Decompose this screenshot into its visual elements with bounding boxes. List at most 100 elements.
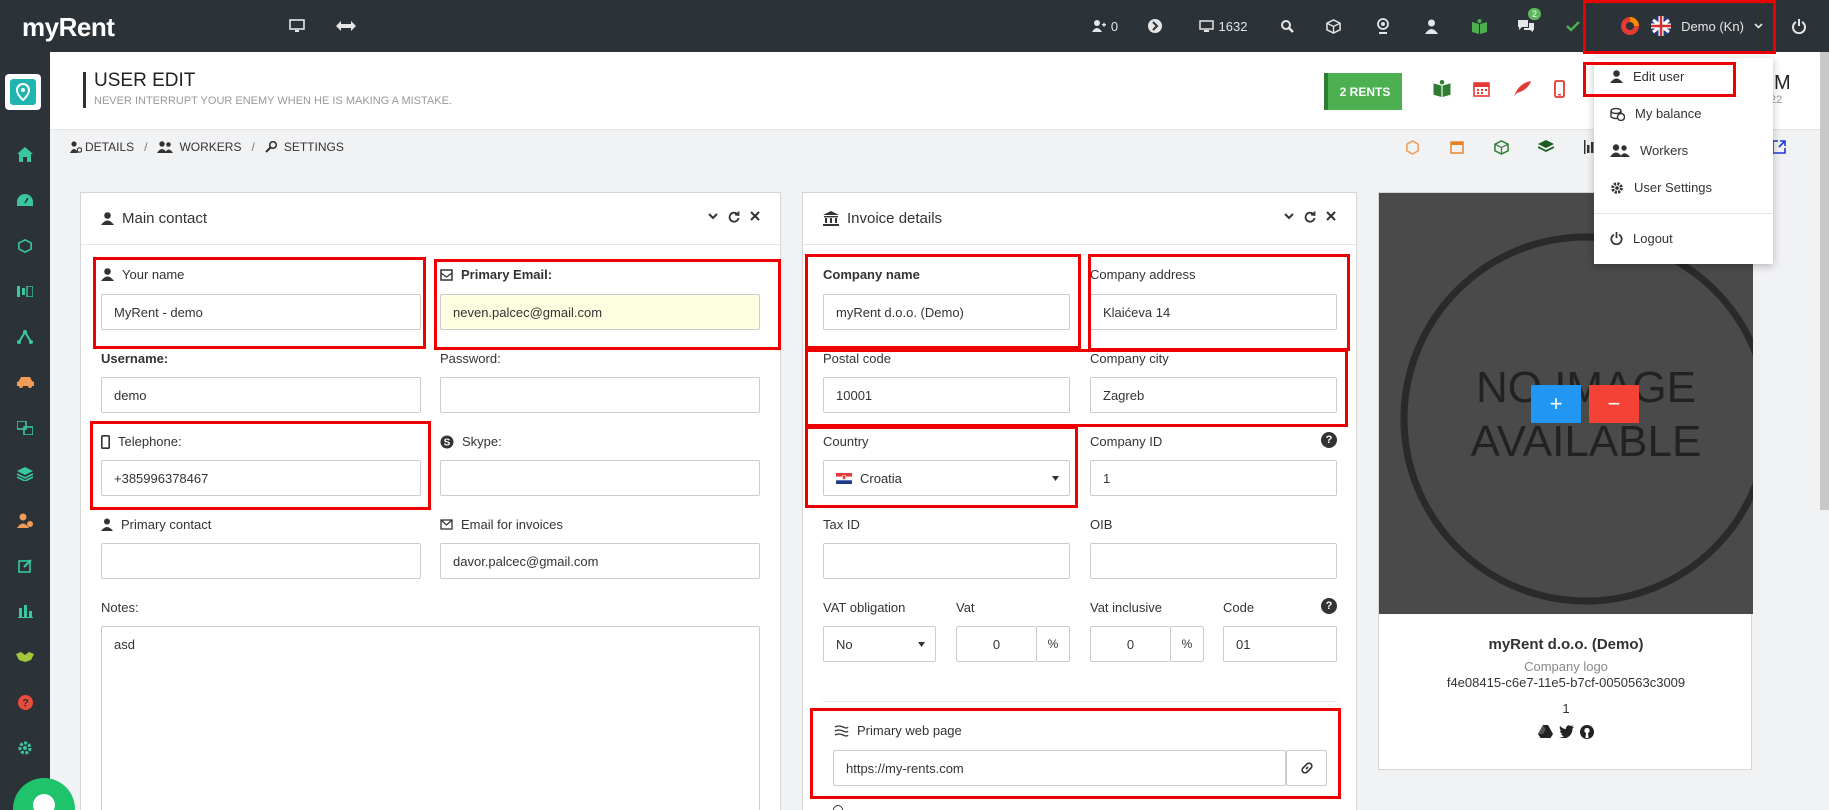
page-subtitle: NEVER INTERRUPT YOUR ENEMY WHEN HE IS MA…	[94, 95, 452, 107]
invoice-details-title: Invoice details	[847, 210, 943, 227]
user-gear-icon	[70, 141, 82, 153]
notes-textarea[interactable]: asd	[101, 626, 760, 810]
web-page-input[interactable]: https://my-rents.com	[833, 750, 1286, 786]
google-drive-icon[interactable]	[1538, 725, 1553, 738]
check-icon[interactable]	[1563, 0, 1583, 52]
rents-button[interactable]: 2 RENTS	[1324, 73, 1402, 110]
vat-obligation-select[interactable]: No	[823, 626, 936, 662]
users-counter[interactable]: 0	[1088, 0, 1122, 52]
twitter-icon[interactable]	[1559, 725, 1574, 738]
cube-nav-icon[interactable]	[0, 224, 50, 268]
password-input[interactable]	[440, 377, 760, 413]
envelope-icon	[440, 268, 453, 281]
calendar-small-icon[interactable]	[1450, 140, 1464, 154]
company-id-help-icon[interactable]: ?	[1321, 432, 1337, 448]
arrow-circle-icon[interactable]	[1145, 0, 1165, 52]
calendar-icon[interactable]	[1473, 80, 1490, 97]
user-settings-icon[interactable]	[0, 498, 50, 542]
cube-green-icon[interactable]	[1494, 140, 1509, 155]
page-scrollbar[interactable]	[1820, 52, 1829, 510]
layers-green-icon[interactable]	[1538, 140, 1554, 154]
external-link-icon[interactable]	[1772, 140, 1786, 154]
code-input[interactable]: 01	[1223, 626, 1337, 662]
username-input[interactable]: demo	[101, 377, 421, 413]
app-logo[interactable]: myRent	[22, 12, 115, 43]
primary-email-label: Primary Email:	[440, 267, 552, 282]
breadcrumb-settings[interactable]: SETTINGS	[265, 140, 344, 154]
menu-item-label: Logout	[1633, 231, 1673, 246]
hexagon-icon[interactable]	[1405, 140, 1420, 155]
your-name-input[interactable]: MyRent - demo	[101, 294, 421, 330]
book-header-icon[interactable]	[1433, 80, 1451, 97]
company-address-input[interactable]: Klaićeva 14	[1090, 294, 1337, 330]
email-invoices-input[interactable]: davor.palcec@gmail.com	[440, 543, 760, 579]
vat-input[interactable]: 0	[956, 626, 1036, 662]
web-icon	[834, 724, 849, 737]
edit-icon[interactable]	[0, 543, 50, 587]
skype-input[interactable]	[440, 460, 760, 496]
postal-code-input[interactable]: 10001	[823, 377, 1070, 413]
refresh-icon[interactable]	[1304, 211, 1316, 223]
route-icon[interactable]	[0, 315, 50, 359]
invoice-details-panel: Invoice details Company name myRent d.o.…	[802, 192, 1357, 810]
power-icon[interactable]	[1787, 0, 1811, 52]
company-id-input[interactable]: 1	[1090, 460, 1337, 496]
company-name-caption: myRent d.o.o. (Demo)	[1488, 636, 1644, 653]
breadcrumb: DETAILS / WORKERS / SETTINGS	[70, 140, 344, 154]
menu-item-logout[interactable]: Logout	[1610, 231, 1673, 246]
vat-obligation-value: No	[836, 636, 853, 652]
layers-icon[interactable]	[0, 452, 50, 496]
location-user-icon[interactable]	[1372, 0, 1394, 52]
gear-icon[interactable]	[0, 726, 50, 770]
close-icon[interactable]	[750, 211, 760, 221]
add-image-button[interactable]: +	[1531, 385, 1581, 423]
user-menu-label: Demo (Kn)	[1681, 18, 1744, 34]
company-city-input[interactable]: Zagreb	[1090, 377, 1337, 413]
breadcrumb-settings-label: SETTINGS	[283, 140, 344, 154]
tax-id-input[interactable]	[823, 543, 1070, 579]
collapse-icon[interactable]	[708, 211, 718, 221]
car-icon[interactable]	[0, 360, 50, 404]
collapse-icon[interactable]	[1284, 211, 1294, 221]
vat-inclusive-input[interactable]: 0	[1090, 626, 1170, 662]
cube-icon[interactable]	[1322, 0, 1344, 52]
search-icon[interactable]	[1277, 0, 1297, 52]
your-name-label: Your name	[101, 267, 184, 282]
breadcrumb-details[interactable]: DETAILS	[70, 140, 134, 154]
feather-icon[interactable]	[1513, 80, 1532, 97]
transfer-icon[interactable]	[0, 406, 50, 450]
menu-item-edit-user[interactable]: Edit user	[1610, 69, 1684, 84]
primary-contact-input[interactable]	[101, 543, 421, 579]
mobile-icon[interactable]	[1554, 80, 1565, 98]
open-link-button[interactable]	[1286, 750, 1327, 786]
home-icon[interactable]	[0, 132, 50, 176]
primary-email-input[interactable]: neven.palcec@gmail.com	[440, 294, 760, 330]
bar-chart-icon[interactable]	[0, 589, 50, 633]
refresh-icon[interactable]	[728, 211, 740, 223]
breadcrumb-workers[interactable]: WORKERS	[157, 140, 241, 154]
expand-arrows-icon[interactable]	[334, 0, 358, 52]
menu-item-user-settings[interactable]: User Settings	[1610, 180, 1712, 195]
remove-image-button[interactable]: −	[1589, 385, 1639, 423]
telephone-input[interactable]: +385996378467	[101, 460, 421, 496]
menu-item-my-balance[interactable]: My balance	[1610, 106, 1701, 121]
code-help-icon[interactable]: ?	[1321, 598, 1337, 614]
handshake-icon[interactable]	[0, 635, 50, 679]
country-select[interactable]: Croatia	[823, 460, 1070, 496]
compare-icon[interactable]	[0, 269, 50, 313]
help-icon[interactable]: ?	[0, 680, 50, 724]
menu-item-workers[interactable]: Workers	[1610, 143, 1688, 158]
github-icon[interactable]	[1580, 725, 1594, 739]
agent-icon[interactable]	[1420, 0, 1442, 52]
user-menu-toggle[interactable]: Demo (Kn)	[1606, 0, 1776, 52]
oib-input[interactable]	[1090, 543, 1337, 579]
location-pin-logo[interactable]	[5, 74, 41, 110]
monitor-counter[interactable]: 1632	[1193, 0, 1253, 52]
dashboard-icon[interactable]	[0, 178, 50, 222]
close-icon[interactable]	[1326, 211, 1336, 221]
desktop-icon[interactable]	[285, 0, 309, 52]
book-icon[interactable]	[1468, 0, 1490, 52]
users-count: 0	[1110, 18, 1119, 34]
panel-tools	[1284, 211, 1336, 223]
company-name-input[interactable]: myRent d.o.o. (Demo)	[823, 294, 1070, 330]
